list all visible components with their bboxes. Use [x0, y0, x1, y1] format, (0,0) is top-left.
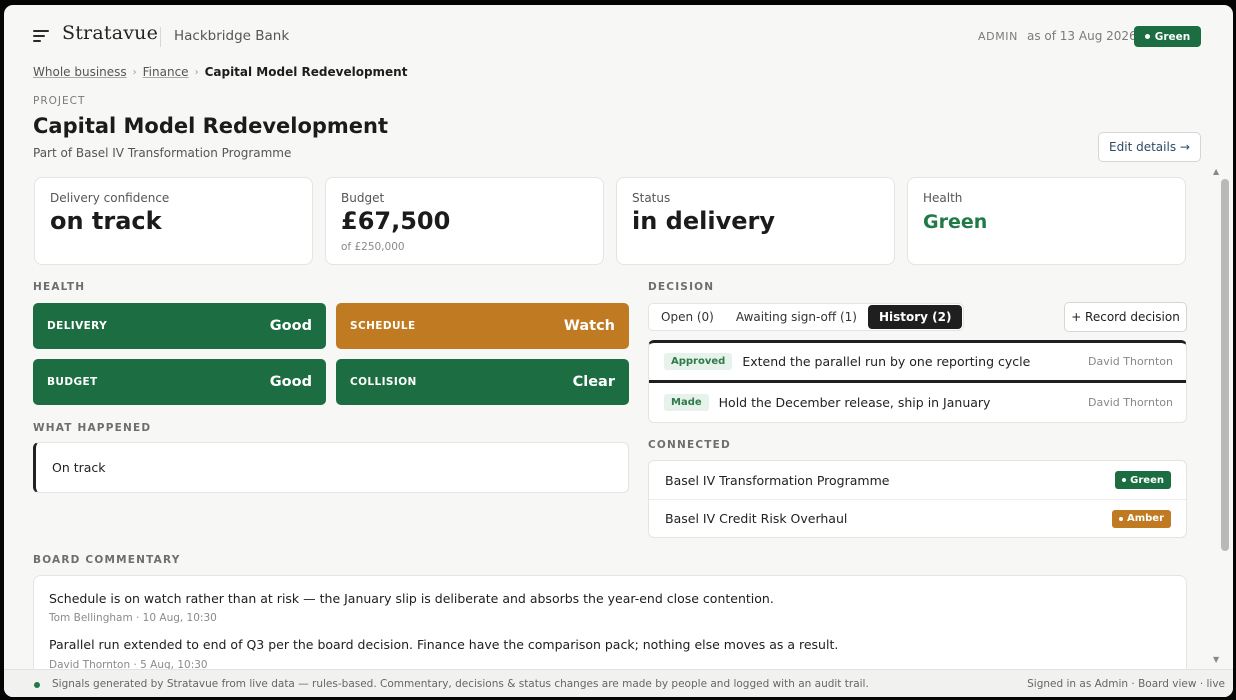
page-title: Capital Model Redevelopment — [33, 114, 389, 138]
card-value: on track — [50, 207, 162, 235]
header-status-badge: Green — [1134, 26, 1201, 47]
breadcrumb-finance[interactable]: Finance — [143, 65, 189, 79]
status-card: Status in delivery — [616, 177, 895, 265]
health-tile-budget[interactable]: BUDGET Good — [33, 359, 326, 405]
tile-label: SCHEDULE — [350, 320, 416, 332]
footer-bar: Signals generated by Stratavue from live… — [4, 669, 1233, 697]
decision-text: Hold the December release, ship in Janua… — [718, 395, 991, 410]
tile-value: Good — [269, 318, 312, 334]
menu-icon[interactable] — [33, 30, 49, 44]
connected-item-name: Basel IV Transformation Programme — [665, 472, 890, 488]
delivery-confidence-card: Delivery confidence on track — [34, 177, 313, 265]
connected-status-label: Amber — [1126, 513, 1164, 524]
comment-text: Schedule is on watch rather than at risk… — [49, 591, 774, 606]
breadcrumb-current: Capital Model Redevelopment — [204, 65, 408, 79]
brand-divider — [160, 27, 161, 47]
footer-session-info: Signed in as Admin · Board view · live — [1027, 678, 1225, 690]
card-value: Green — [923, 211, 988, 233]
tile-value: Watch — [563, 318, 615, 334]
comment-meta: Tom Bellingham · 10 Aug, 10:30 — [49, 612, 217, 624]
card-label: Health — [923, 191, 963, 205]
health-tile-schedule[interactable]: SCHEDULE Watch — [336, 303, 629, 349]
tile-value: Clear — [572, 374, 615, 390]
brand-name[interactable]: Stratavue — [62, 22, 158, 44]
decision-status-pill: Approved — [664, 353, 733, 370]
tile-label: COLLISION — [350, 376, 417, 388]
connected-section-label: CONNECTED — [648, 439, 731, 451]
as-of-date: as of 13 Aug 2026 — [1027, 29, 1137, 43]
status-dot-icon — [1118, 516, 1123, 521]
decision-row[interactable]: Made Hold the December release, ship in … — [649, 383, 1186, 422]
board-commentary-label: BOARD COMMENTARY — [33, 554, 181, 566]
health-tile-collision[interactable]: COLLISION Clear — [336, 359, 629, 405]
page-subtitle: Part of Basel IV Transformation Programm… — [33, 146, 292, 160]
edit-details-button[interactable]: Edit details → — [1098, 132, 1201, 162]
tile-label: BUDGET — [47, 376, 98, 388]
connected-status-label: Green — [1130, 474, 1164, 486]
status-dot-icon — [1144, 34, 1150, 39]
connected-item-name: Basel IV Credit Risk Overhaul — [665, 511, 848, 526]
role-label: ADMIN — [978, 30, 1018, 43]
live-dot-icon — [34, 682, 40, 688]
app-window: Stratavue Hackbridge Bank ADMIN as of 13… — [4, 5, 1233, 697]
decision-status-pill: Made — [664, 394, 709, 411]
header-status-label: Green — [1154, 30, 1191, 43]
decision-text: Extend the parallel run by one reporting… — [742, 354, 1031, 369]
connected-list: Basel IV Transformation Programme Green … — [648, 460, 1187, 538]
health-card: Health Green — [907, 177, 1186, 265]
tab-open[interactable]: Open (0) — [650, 305, 725, 329]
decision-owner: David Thornton — [1088, 396, 1173, 409]
chevron-right-icon: › — [132, 66, 137, 78]
decision-section-label: DECISION — [648, 281, 715, 293]
health-section-label: HEALTH — [33, 281, 86, 293]
card-sub: of £250,000 — [341, 241, 405, 253]
tab-history[interactable]: History (2) — [867, 305, 963, 329]
scroll-up-icon[interactable]: ▲ — [1213, 167, 1219, 176]
breadcrumb-whole-business[interactable]: Whole business — [33, 65, 127, 79]
health-tile-delivery[interactable]: DELIVERY Good — [33, 303, 326, 349]
scrollbar-thumb[interactable] — [1221, 179, 1229, 551]
connected-item[interactable]: Basel IV Credit Risk Overhaul Amber — [649, 499, 1186, 537]
card-label: Delivery confidence — [50, 191, 170, 205]
status-dot-icon — [1122, 478, 1127, 482]
tile-value: Good — [269, 374, 312, 390]
scroll-down-icon[interactable]: ▼ — [1213, 655, 1219, 664]
decision-list: Approved Extend the parallel run by one … — [648, 340, 1187, 423]
chevron-right-icon: › — [194, 66, 199, 78]
tab-awaiting-sign-off[interactable]: Awaiting sign-off (1) — [725, 305, 868, 329]
decision-tabs: Open (0) Awaiting sign-off (1) History (… — [648, 303, 965, 331]
footer-notice: Signals generated by Stratavue from live… — [52, 678, 869, 690]
card-value: in delivery — [632, 207, 775, 235]
card-label: Status — [632, 191, 671, 205]
project-eyebrow: PROJECT — [33, 95, 86, 107]
budget-card: Budget £67,500 of £250,000 — [325, 177, 604, 265]
connected-status-badge: Green — [1115, 471, 1171, 489]
tile-label: DELIVERY — [47, 320, 108, 332]
what-happened-label: WHAT HAPPENED — [33, 422, 152, 434]
record-decision-button[interactable]: + Record decision — [1064, 302, 1187, 332]
connected-item[interactable]: Basel IV Transformation Programme Green — [649, 461, 1186, 499]
card-value: £67,500 — [341, 207, 451, 235]
decision-owner: David Thornton — [1088, 355, 1173, 368]
what-happened-box: On track — [33, 442, 629, 493]
connected-status-badge: Amber — [1111, 509, 1171, 528]
what-happened-text: On track — [52, 460, 106, 475]
breadcrumb: Whole business › Finance › Capital Model… — [33, 65, 407, 79]
card-label: Budget — [341, 191, 385, 205]
decision-row[interactable]: Approved Extend the parallel run by one … — [649, 343, 1186, 381]
board-commentary-panel: Schedule is on watch rather than at risk… — [33, 575, 1187, 675]
comment-text: Parallel run extended to end of Q3 per t… — [49, 637, 839, 652]
org-name: Hackbridge Bank — [174, 28, 290, 44]
